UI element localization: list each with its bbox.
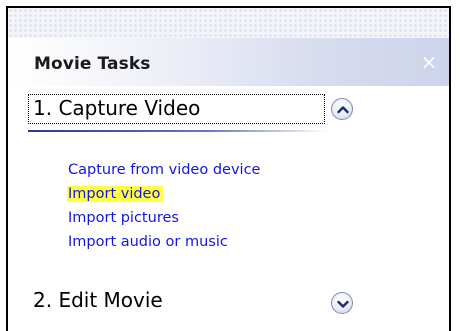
chevron-up-icon [337,106,349,114]
task-link-label: Import audio or music [68,234,228,250]
section-focus-outline: 1. Capture Video [28,94,325,124]
collapse-section-button[interactable] [331,98,353,120]
capture-video-task-list: Capture from video device Import video I… [67,158,260,254]
expand-section-button[interactable] [331,292,353,314]
task-link-label: Import video [67,186,164,202]
chevron-down-icon [337,300,349,308]
screenshot-frame: Movie Tasks × 1. Capture Video Capture f… [0,0,460,331]
task-link-capture-from-device[interactable]: Capture from video device [68,158,260,182]
pane-header: Movie Tasks × [8,38,449,86]
close-icon[interactable]: × [417,50,441,74]
section-edit-movie-header[interactable]: 2. Edit Movie [28,284,438,324]
pane-title: Movie Tasks [34,54,151,74]
task-link-import-pictures[interactable]: Import pictures [68,206,260,230]
pane-top-strip [8,8,449,38]
task-link-label: Capture from video device [68,162,261,178]
task-link-import-audio[interactable]: Import audio or music [68,230,260,254]
section-title-capture-video[interactable]: 1. Capture Video [33,96,200,120]
section-capture-video-header[interactable]: 1. Capture Video [28,91,438,133]
section-underline [28,130,328,132]
task-link-label: Import pictures [68,210,179,226]
task-link-import-video[interactable]: Import video [67,182,260,206]
movie-tasks-pane: Movie Tasks × 1. Capture Video Capture f… [6,6,451,331]
section-title-edit-movie[interactable]: 2. Edit Movie [33,288,163,312]
